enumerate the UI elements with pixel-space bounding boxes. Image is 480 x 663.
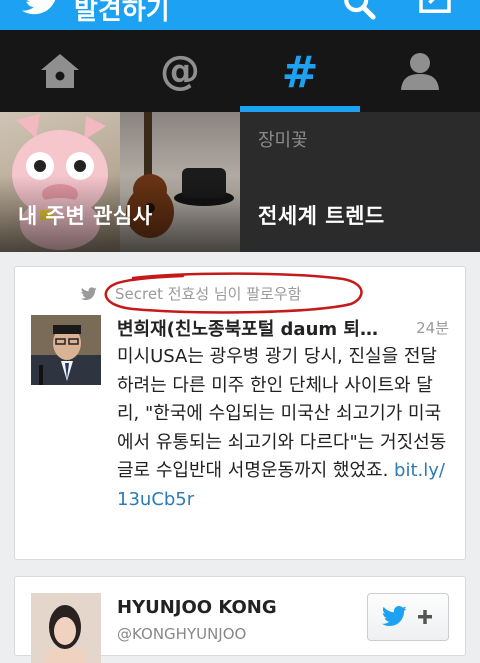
tab-home[interactable]: [0, 30, 120, 112]
nearby-interests-tile[interactable]: 내 주변 관심사: [0, 112, 240, 252]
hand-drawn-circle-annotation: [104, 272, 363, 314]
svg-text:#: #: [282, 49, 319, 93]
tab-bar: @ #: [0, 30, 480, 112]
compose-icon[interactable]: [418, 0, 452, 14]
tab-connect[interactable]: @: [120, 30, 240, 112]
follow-bird-plus-icon: [381, 606, 432, 627]
tweet-text: 미시USA는 광우병 광기 당시, 진실을 전달하려는 다른 미주 한인 단체나…: [117, 343, 453, 514]
discover-tiles: 내 주변 관심사 장미꽃 전세계 트렌드: [0, 112, 480, 252]
person-icon: [401, 53, 439, 90]
twitter-bird-icon[interactable]: [22, 0, 62, 16]
follow-button[interactable]: [367, 593, 449, 641]
worldwide-trends-tile[interactable]: 장미꽃 전세계 트렌드: [240, 112, 480, 252]
avatar[interactable]: [31, 315, 101, 385]
action-bar: 발견하기: [0, 0, 480, 30]
tweet-author[interactable]: 변희재(친노종북포털 daum 퇴…: [117, 315, 417, 341]
worldwide-trends-label: 전세계 트렌드: [258, 204, 385, 228]
trend-topic: 장미꽃: [258, 130, 308, 151]
search-icon[interactable]: [342, 0, 376, 20]
at-icon: @: [160, 49, 200, 93]
tweet-time: 24분: [416, 319, 449, 337]
user-handle: @KONGHYUNJOO: [117, 625, 247, 643]
tab-me[interactable]: [360, 30, 480, 112]
hashtag-icon: #: [282, 49, 319, 93]
tile-shade: [0, 112, 240, 252]
page-title: 발견하기: [74, 0, 170, 26]
user-name[interactable]: HYUNJOO KONG: [117, 597, 277, 618]
avatar[interactable]: [31, 593, 101, 663]
nearby-interests-label: 내 주변 관심사: [18, 204, 153, 228]
user-suggestion-card[interactable]: HYUNJOO KONG @KONGHYUNJOO: [14, 576, 466, 663]
svg-text:@: @: [160, 49, 200, 93]
tab-discover[interactable]: #: [240, 30, 360, 112]
tweet-card[interactable]: Secret 전효성 님이 팔로우함 변희재(친노종북포털 daum 퇴… 24…: [14, 266, 466, 560]
home-icon: [41, 54, 79, 88]
